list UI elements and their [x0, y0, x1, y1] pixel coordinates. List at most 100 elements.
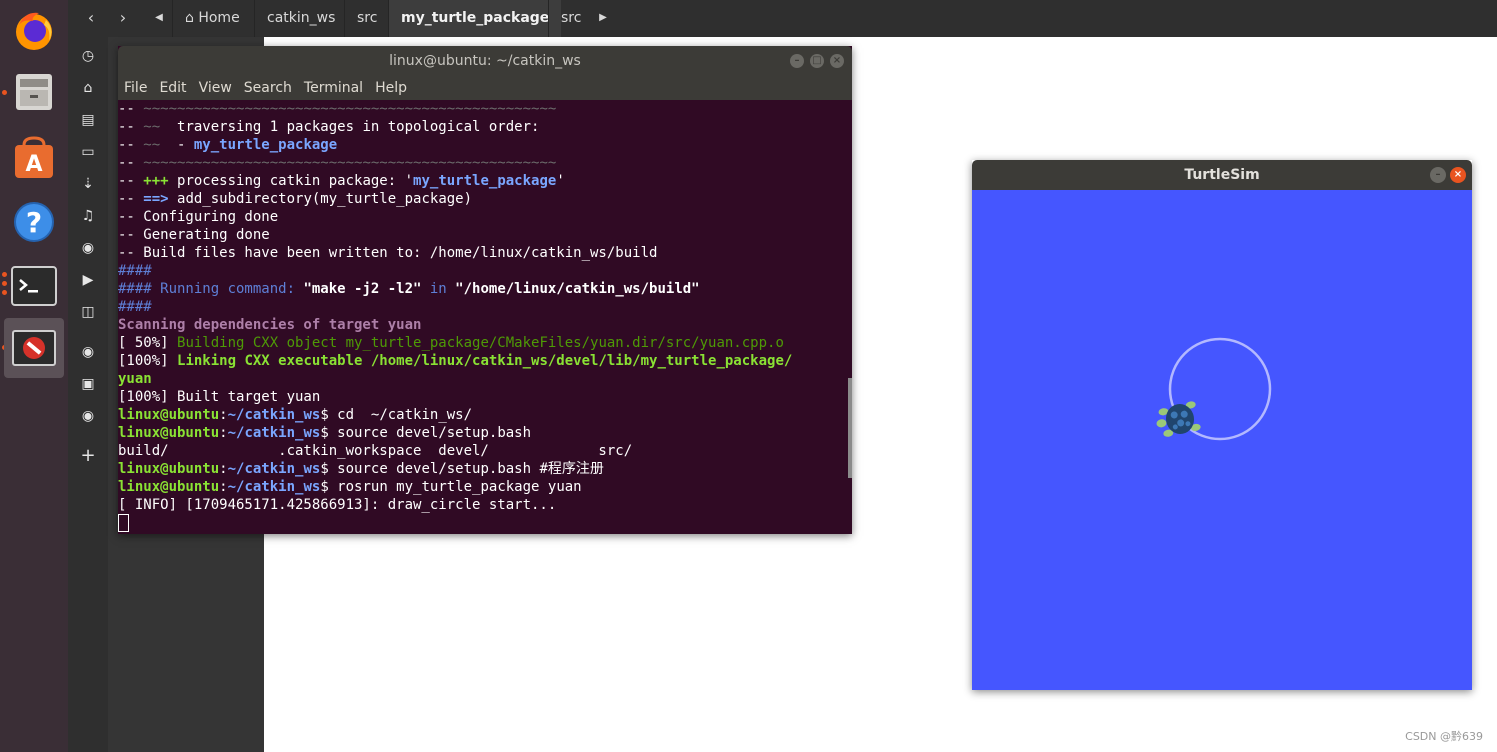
- terminal-text: :: [219, 425, 228, 441]
- menu-terminal[interactable]: Terminal: [298, 76, 369, 100]
- music-icon[interactable]: ♫: [78, 206, 98, 226]
- menu-help[interactable]: Help: [369, 76, 413, 100]
- breadcrumb-label: catkin_ws: [267, 10, 336, 26]
- add-icon[interactable]: +: [78, 446, 98, 466]
- breadcrumb-src-current[interactable]: src: [548, 0, 593, 37]
- terminal-line: [ INFO] [1709465171.425866913]: draw_cir…: [118, 496, 848, 514]
- terminal-text: in: [421, 281, 456, 297]
- terminal-line: -- Configuring done: [118, 208, 848, 226]
- terminal-line: linux@ubuntu:~/catkin_ws$ source devel/s…: [118, 460, 848, 478]
- terminal-icon: [11, 266, 57, 306]
- menu-view[interactable]: View: [193, 76, 238, 100]
- terminal-line: -- +++ processing catkin package: 'my_tu…: [118, 172, 848, 190]
- firefox-launcher[interactable]: [4, 0, 64, 60]
- help-icon: ?: [14, 202, 54, 242]
- terminal-text: --: [118, 191, 144, 207]
- terminal-text: --: [118, 137, 144, 153]
- terminal-text: :: [219, 479, 228, 495]
- terminal-text: :: [219, 407, 228, 423]
- downloads-icon[interactable]: ⇣: [78, 174, 98, 194]
- drive-icon[interactable]: ▣: [78, 374, 98, 394]
- terminal-text: my_turtle_package: [413, 173, 557, 189]
- turtlesim-titlebar[interactable]: TurtleSim – ×: [972, 160, 1472, 190]
- terminal-text: linux@ubuntu: [118, 479, 220, 495]
- terminal-text: -- Build files have been written to: /ho…: [118, 245, 658, 261]
- file-manager-header: ‹ › ◀ ⌂ Home catkin_ws src my_turtle_pac…: [68, 0, 1497, 37]
- close-icon: ×: [1453, 169, 1463, 180]
- terminal-text: :: [219, 461, 228, 477]
- terminal-launcher[interactable]: [4, 256, 64, 316]
- terminal-text: Scanning dependencies of target yuan: [118, 317, 422, 333]
- terminal-line: linux@ubuntu:~/catkin_ws$ source devel/s…: [118, 424, 848, 442]
- recent-icon[interactable]: ◷: [78, 46, 98, 66]
- terminal-line: [100%] Built target yuan: [118, 388, 848, 406]
- chevron-right-icon: ›: [119, 8, 127, 27]
- breadcrumb-label: Home: [198, 10, 240, 26]
- terminal-prompt-line: [118, 514, 848, 532]
- terminal-text: linux@ubuntu: [118, 461, 220, 477]
- terminal-text: "/home/linux/catkin_ws/build": [455, 281, 700, 297]
- terminal-line: linux@ubuntu:~/catkin_ws$ cd ~/catkin_ws…: [118, 406, 848, 424]
- home-icon[interactable]: ⌂: [78, 78, 98, 98]
- terminal-line: #### Running command: "make -j2 -l2" in …: [118, 280, 848, 298]
- menu-search[interactable]: Search: [238, 76, 298, 100]
- help-launcher[interactable]: ?: [4, 192, 64, 252]
- back-button[interactable]: ‹: [76, 4, 106, 32]
- breadcrumb-src[interactable]: src: [344, 0, 389, 37]
- svg-text:?: ?: [26, 206, 42, 239]
- minimize-button[interactable]: –: [790, 54, 804, 68]
- terminal-text: yuan: [118, 371, 152, 387]
- terminal-text: --: [118, 101, 144, 117]
- folder-icon[interactable]: ▤: [78, 110, 98, 130]
- terminal-text: --: [118, 173, 144, 189]
- text-cursor: [118, 514, 129, 532]
- terminal-text: my_turtle_package: [193, 137, 338, 153]
- videos-icon[interactable]: ▶: [78, 270, 98, 290]
- disc-icon[interactable]: ◉: [78, 342, 98, 362]
- crumbs-scroll-right-button[interactable]: ▶: [592, 4, 614, 32]
- turtlesim-window: TurtleSim – ×: [972, 160, 1472, 690]
- terminal-text: #### Running command:: [118, 281, 304, 297]
- breadcrumb-label: my_turtle_package: [401, 10, 550, 26]
- software-launcher[interactable]: A: [4, 128, 64, 188]
- maximize-button[interactable]: □: [810, 54, 824, 68]
- terminal-text: processing catkin package: ': [168, 173, 414, 189]
- triangle-left-icon: ◀: [155, 12, 163, 23]
- close-button[interactable]: ×: [1450, 167, 1466, 183]
- terminal-text: ~/catkin_ws: [227, 461, 321, 477]
- terminal-output[interactable]: -- ~~~~~~~~~~~~~~~~~~~~~~~~~~~~~~~~~~~~~…: [118, 100, 848, 534]
- breadcrumb-label: src: [561, 10, 582, 26]
- terminal-text: ####: [118, 299, 152, 315]
- disc-icon[interactable]: ◉: [78, 406, 98, 426]
- terminal-scrollbar[interactable]: [848, 378, 852, 478]
- close-icon: ×: [832, 55, 842, 66]
- svg-text:A: A: [25, 152, 42, 177]
- menu-file[interactable]: File: [118, 76, 153, 100]
- menu-edit[interactable]: Edit: [153, 76, 192, 100]
- minimize-button[interactable]: –: [1430, 167, 1446, 183]
- breadcrumb-my-turtle-package[interactable]: my_turtle_package: [388, 0, 562, 37]
- terminal-line: -- ==> add_subdirectory(my_turtle_packag…: [118, 190, 848, 208]
- turtlesim-launcher[interactable]: [4, 318, 64, 378]
- turtlesim-title: TurtleSim: [1184, 167, 1260, 183]
- trash-icon[interactable]: ◫: [78, 302, 98, 322]
- terminal-line: -- ~~ traversing 1 packages in topologic…: [118, 118, 848, 136]
- terminal-text: +++: [143, 173, 169, 189]
- terminal-titlebar[interactable]: linux@ubuntu: ~/catkin_ws – □ ×: [118, 46, 852, 76]
- terminal-line: -- ~~ - my_turtle_package: [118, 136, 848, 154]
- crumbs-scroll-left-button[interactable]: ◀: [148, 4, 170, 32]
- forward-button[interactable]: ›: [108, 4, 138, 32]
- terminal-text: $ rosrun my_turtle_package yuan: [320, 479, 582, 495]
- breadcrumb-catkin-ws[interactable]: catkin_ws: [254, 0, 347, 37]
- no-entry-icon: [12, 330, 56, 366]
- files-launcher[interactable]: [4, 62, 64, 122]
- camera-icon[interactable]: ◉: [78, 238, 98, 258]
- terminal-title: linux@ubuntu: ~/catkin_ws: [389, 53, 581, 69]
- breadcrumb-home[interactable]: ⌂ Home: [172, 0, 252, 37]
- close-button[interactable]: ×: [830, 54, 844, 68]
- documents-icon[interactable]: ▭: [78, 142, 98, 162]
- terminal-line: linux@ubuntu:~/catkin_ws$ rosrun my_turt…: [118, 478, 848, 496]
- firefox-icon: [16, 12, 52, 50]
- terminal-text: $ source devel/setup.bash #程序注册: [320, 461, 604, 477]
- terminal-text: ~/catkin_ws: [227, 425, 321, 441]
